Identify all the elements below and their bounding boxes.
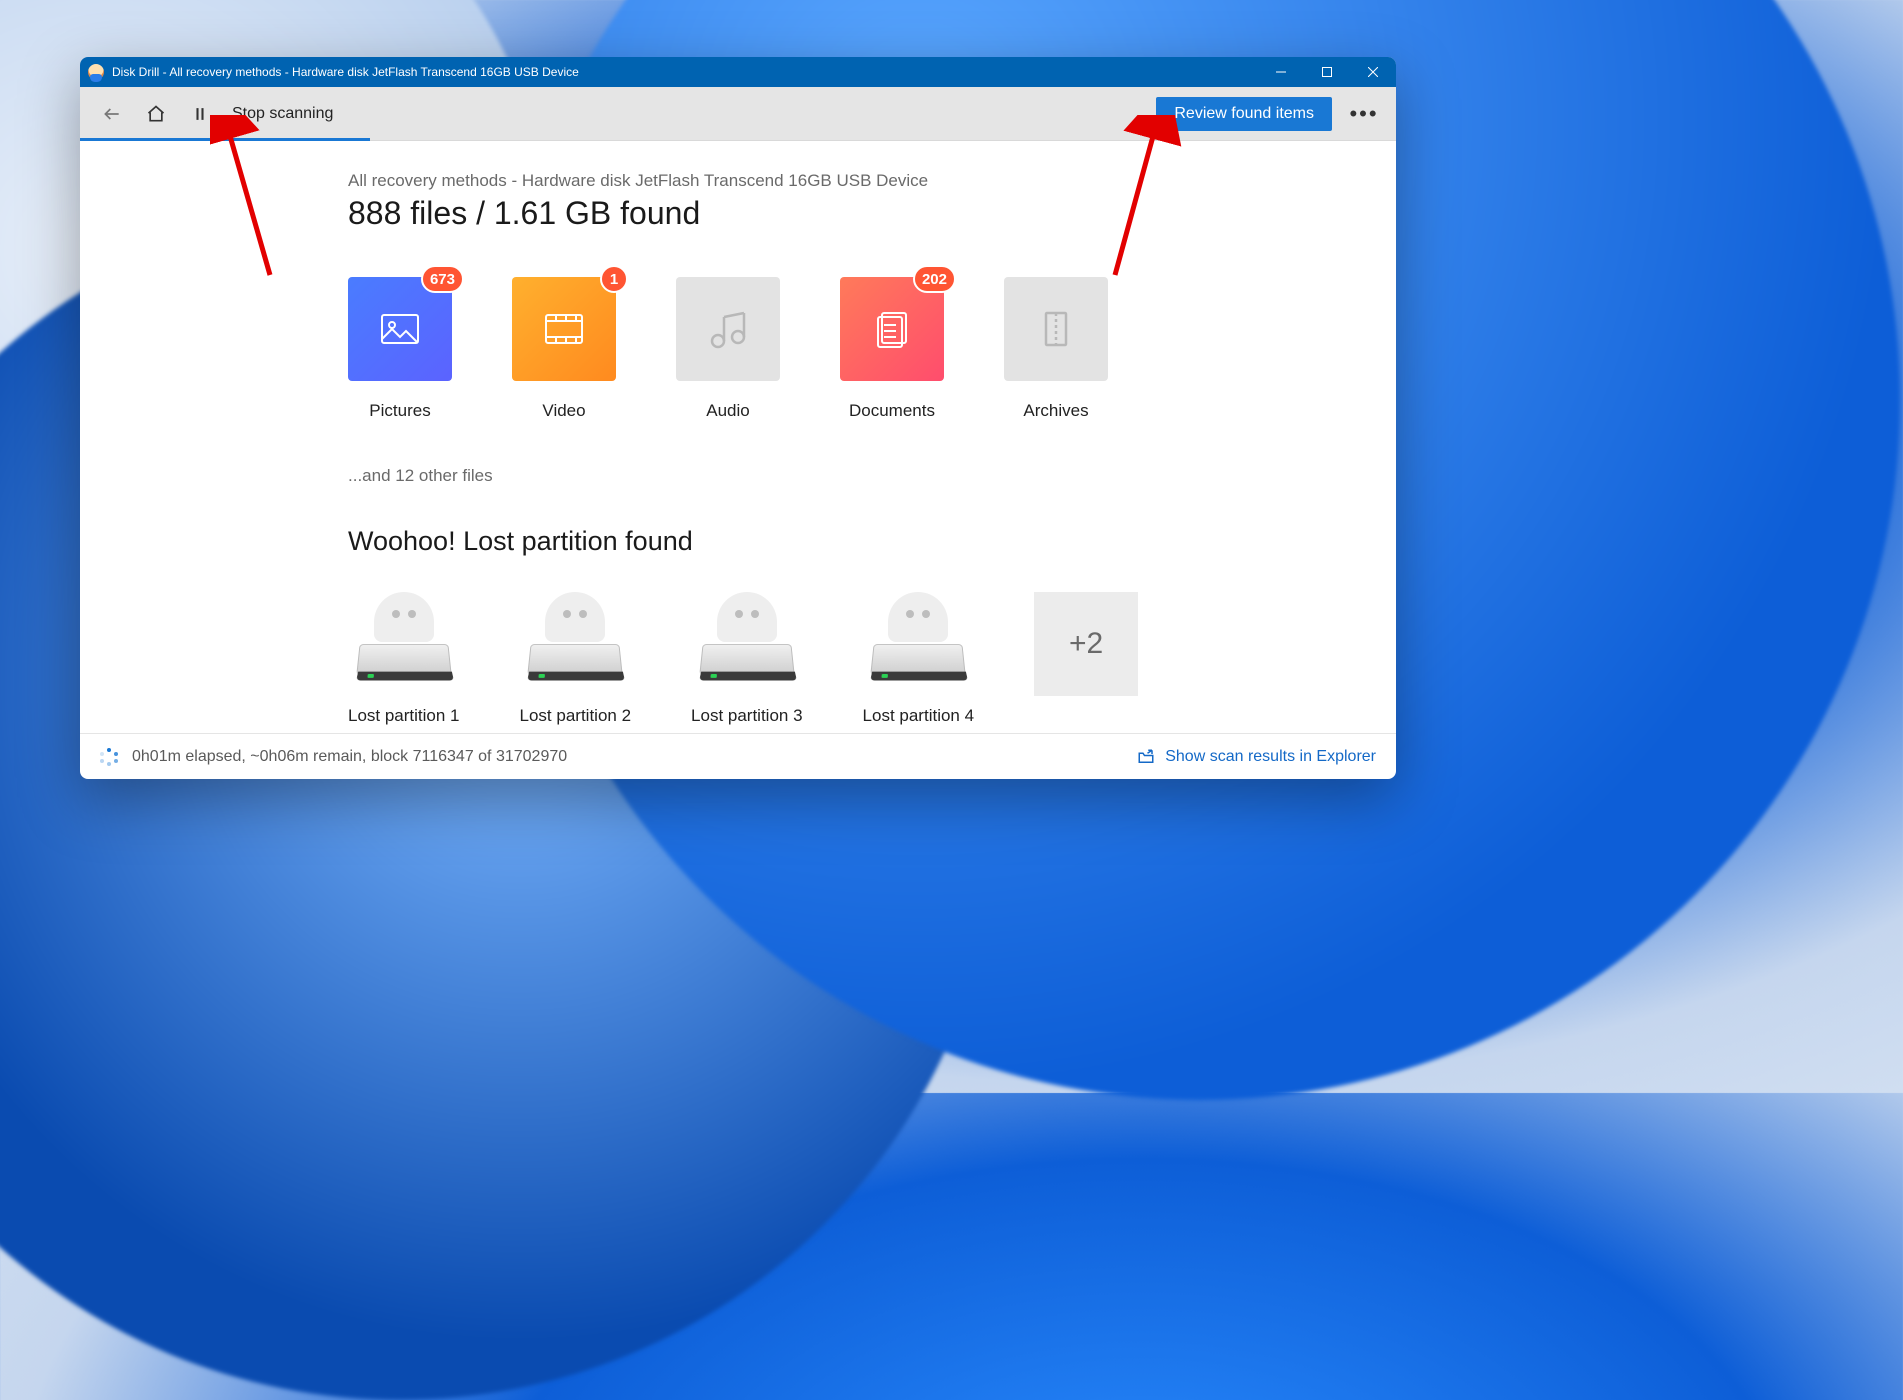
category-documents[interactable]: 202 Documents: [840, 277, 944, 421]
video-icon: 1: [512, 277, 616, 381]
home-button[interactable]: [134, 87, 178, 141]
category-archives[interactable]: Archives: [1004, 277, 1108, 421]
other-files-text: ...and 12 other files: [348, 466, 1396, 486]
stop-scanning-button[interactable]: Stop scanning: [222, 87, 343, 141]
more-partitions-button[interactable]: +2: [1034, 592, 1138, 696]
category-audio[interactable]: Audio: [676, 277, 780, 421]
app-icon: [88, 64, 104, 80]
spinner-icon: [100, 748, 118, 766]
close-button[interactable]: [1350, 57, 1396, 87]
minimize-button[interactable]: [1258, 57, 1304, 87]
partition-label: Lost partition 3: [691, 706, 803, 726]
lost-partition-3[interactable]: Lost partition 3: [691, 592, 803, 726]
ghost-drive-icon: [523, 592, 627, 682]
breadcrumb: All recovery methods - Hardware disk Jet…: [348, 171, 1396, 191]
ghost-drive-icon: [866, 592, 970, 682]
partition-label: Lost partition 4: [863, 706, 975, 726]
audio-icon: [676, 277, 780, 381]
category-label: Documents: [849, 401, 935, 421]
lost-partition-1[interactable]: Lost partition 1: [348, 592, 460, 726]
documents-icon: 202: [840, 277, 944, 381]
lost-partition-2[interactable]: Lost partition 2: [520, 592, 632, 726]
archives-icon: [1004, 277, 1108, 381]
category-label: Pictures: [369, 401, 430, 421]
show-in-explorer-link[interactable]: Show scan results in Explorer: [1137, 748, 1376, 766]
category-row: 673 Pictures 1 Video Audio: [348, 277, 1396, 421]
ghost-drive-icon: [352, 592, 456, 682]
category-pictures[interactable]: 673 Pictures: [348, 277, 452, 421]
summary-heading: 888 files / 1.61 GB found: [348, 195, 1396, 232]
category-label: Archives: [1023, 401, 1088, 421]
scan-progress-indicator: [80, 138, 370, 141]
review-found-items-button[interactable]: Review found items: [1156, 97, 1332, 131]
ghost-drive-icon: [695, 592, 799, 682]
window-title: Disk Drill - All recovery methods - Hard…: [112, 65, 579, 79]
video-badge: 1: [600, 265, 628, 293]
documents-badge: 202: [913, 265, 956, 293]
toolbar: Stop scanning Review found items •••: [80, 87, 1396, 141]
lost-partition-4[interactable]: Lost partition 4: [863, 592, 975, 726]
content-area: All recovery methods - Hardware disk Jet…: [80, 141, 1396, 733]
partition-heading: Woohoo! Lost partition found: [348, 526, 1396, 557]
more-partitions-label: +2: [1069, 627, 1103, 661]
explorer-link-label: Show scan results in Explorer: [1165, 748, 1376, 766]
titlebar[interactable]: Disk Drill - All recovery methods - Hard…: [80, 57, 1396, 87]
category-label: Audio: [706, 401, 749, 421]
statusbar: 0h01m elapsed, ~0h06m remain, block 7116…: [80, 733, 1396, 779]
maximize-button[interactable]: [1304, 57, 1350, 87]
partition-label: Lost partition 1: [348, 706, 460, 726]
pause-button[interactable]: [178, 87, 222, 141]
status-text: 0h01m elapsed, ~0h06m remain, block 7116…: [132, 748, 567, 766]
category-video[interactable]: 1 Video: [512, 277, 616, 421]
partition-row: Lost partition 1 Lost partition 2 Lost p…: [348, 592, 1396, 726]
back-button[interactable]: [90, 87, 134, 141]
partition-label: Lost partition 2: [520, 706, 632, 726]
app-window: Disk Drill - All recovery methods - Hard…: [80, 57, 1396, 779]
more-menu-button[interactable]: •••: [1342, 101, 1386, 127]
pictures-badge: 673: [421, 265, 464, 293]
category-label: Video: [542, 401, 585, 421]
folder-open-icon: [1137, 748, 1155, 766]
pictures-icon: 673: [348, 277, 452, 381]
